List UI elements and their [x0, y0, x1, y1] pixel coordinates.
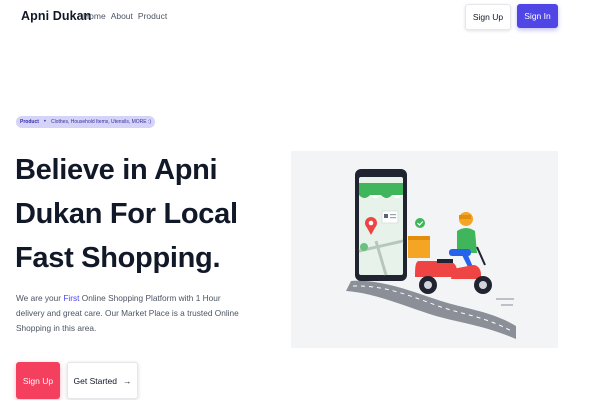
delivery-scooter-illustration — [346, 169, 516, 339]
pill-separator: • — [43, 119, 46, 125]
hero-desc-before: We are your — [16, 293, 64, 303]
nav-signup-button[interactable]: Sign Up — [465, 4, 511, 30]
get-started-button[interactable]: Get Started → — [67, 362, 138, 399]
nav-link-about[interactable]: About — [111, 11, 133, 21]
get-started-label: Get Started — [73, 375, 117, 386]
top-navbar: Apni Dukan Home About Product Sign Up Si… — [0, 0, 600, 34]
hero-description: We are your First Online Shopping Platfo… — [16, 291, 246, 336]
nav-links: Home About Product — [83, 11, 167, 21]
arrow-right-icon: → — [122, 375, 132, 386]
announcement-pill[interactable]: Product • Clothes, Household Items, Uten… — [16, 116, 156, 128]
pill-text: Clothes, Household Items, Utensils, MORE… — [51, 119, 152, 125]
nav-link-home[interactable]: Home — [83, 11, 106, 21]
nav-link-product[interactable]: Product — [138, 11, 167, 21]
delivery-illustration — [291, 151, 558, 348]
hero-desc-highlight: First — [63, 293, 80, 303]
hero-signup-button[interactable]: Sign Up — [16, 362, 60, 399]
nav-signin-button[interactable]: Sign In — [517, 4, 558, 28]
hero-title: Believe in Apni Dukan For Local Fast Sho… — [15, 154, 238, 274]
pill-tag: Product — [20, 119, 39, 125]
brand-logo[interactable]: Apni Dukan — [21, 9, 91, 23]
